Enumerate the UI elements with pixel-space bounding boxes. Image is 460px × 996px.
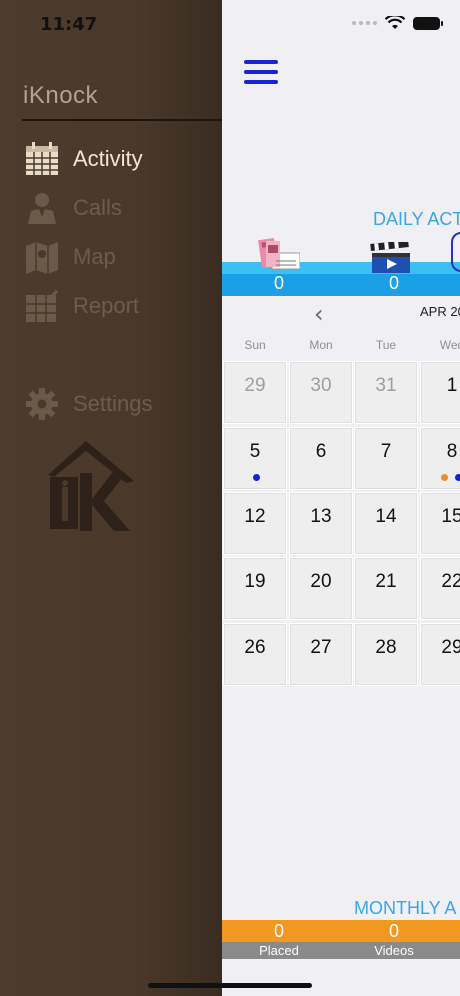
monthly-value-placed: 0 (273, 921, 284, 941)
day-number: 30 (310, 375, 332, 396)
day-number: 26 (244, 637, 266, 658)
calendar-day[interactable]: 12 (223, 492, 287, 555)
newspaper-icon (258, 238, 300, 270)
title-divider (22, 119, 222, 121)
daily-value-videos: 0 (389, 273, 400, 293)
calendar-day[interactable]: 21 (354, 557, 418, 620)
status-time: 11:47 (40, 14, 98, 35)
menu-item-label: Report (73, 293, 140, 318)
day-number: 6 (315, 441, 327, 462)
menu-item-label: Map (73, 244, 116, 269)
weekday-label: Wed (439, 338, 460, 352)
calendar-day[interactable]: 31 (354, 361, 418, 424)
calendar-day[interactable]: 19 (223, 557, 287, 620)
day-number: 29 (441, 637, 460, 658)
weekday-label: Sun (244, 338, 266, 352)
day-number: 28 (375, 637, 397, 658)
monthly-activity-title: MONTHLY A (354, 898, 457, 918)
calendar-icon (24, 141, 60, 177)
menu-item-activity[interactable]: Activity (24, 140, 214, 178)
day-number: 1 (446, 375, 458, 396)
wifi-icon (385, 16, 405, 29)
day-number: 31 (375, 375, 397, 396)
person-icon (24, 190, 60, 226)
gear-icon (24, 386, 60, 422)
calendar-day[interactable]: 8 (420, 427, 460, 490)
daily-value-placed: 0 (274, 273, 285, 293)
monthly-value-videos: 0 (388, 921, 399, 941)
calendar-day[interactable]: 7 (354, 427, 418, 490)
monthly-stats-band (222, 920, 460, 942)
calendar-day[interactable]: 14 (354, 492, 418, 555)
calendar-day[interactable]: 6 (289, 427, 353, 490)
day-number: 20 (310, 571, 332, 592)
calendar-day[interactable]: 29 (420, 623, 460, 686)
weekday-label: Mon (309, 338, 333, 352)
day-number: 5 (249, 441, 261, 462)
day-number: 22 (441, 571, 460, 592)
side-drawer: 11:47 iKnock Activity Calls Map Report S… (0, 0, 222, 996)
calendar-day[interactable]: 27 (289, 623, 353, 686)
day-number: 15 (441, 506, 460, 527)
day-number: 14 (375, 506, 397, 527)
battery-icon (413, 16, 443, 30)
menu-item-map[interactable]: Map (24, 238, 214, 276)
menu-item-label: Calls (73, 195, 122, 220)
weekday-label: Tue (375, 338, 397, 352)
calendar-day[interactable]: 30 (289, 361, 353, 424)
menu-item-settings[interactable]: Settings (24, 385, 214, 423)
status-indicators (352, 16, 443, 30)
menu-item-label: Settings (73, 391, 153, 416)
day-number: 27 (310, 637, 332, 658)
app-title: iKnock (23, 82, 99, 109)
calendar-day[interactable]: 15 (420, 492, 460, 555)
day-number: 19 (244, 571, 266, 592)
prev-month-button[interactable]: ‹ (314, 300, 324, 328)
activity-dot (441, 474, 448, 481)
activity-dot (253, 474, 260, 481)
calendar-day[interactable]: 26 (223, 623, 287, 686)
map-icon (24, 239, 60, 275)
monthly-label-placed: Placed (259, 943, 299, 958)
day-number: 21 (375, 571, 397, 592)
day-number: 13 (310, 506, 332, 527)
day-number: 29 (244, 375, 266, 396)
calendar-day[interactable]: 13 (289, 492, 353, 555)
activity-icon-frame (451, 232, 460, 272)
calendar-day[interactable]: 20 (289, 557, 353, 620)
daily-activity-title: DAILY ACTI (373, 209, 460, 229)
calendar-day[interactable]: 1 (420, 361, 460, 424)
day-number: 7 (380, 441, 392, 462)
menu-item-label: Activity (73, 146, 143, 171)
ik-logo (42, 437, 138, 537)
report-icon (24, 288, 60, 324)
home-indicator[interactable] (148, 983, 312, 988)
calendar-day[interactable]: 28 (354, 623, 418, 686)
signal-dots-icon (352, 21, 377, 25)
menu-item-report[interactable]: Report (24, 287, 214, 325)
day-number: 12 (244, 506, 266, 527)
calendar-day[interactable]: 5 (223, 427, 287, 490)
menu-item-calls[interactable]: Calls (24, 189, 214, 227)
activity-dot (455, 474, 460, 481)
calendar-day[interactable]: 29 (223, 361, 287, 424)
calendar-month-label: APR 20 (420, 304, 460, 319)
day-number: 8 (446, 441, 458, 462)
activity-screen: DAILY ACTI 0 0 ‹ APR 20 Sun Mon Tue Wed … (222, 0, 460, 996)
video-clapper-icon (370, 242, 410, 273)
calendar-day[interactable]: 22 (420, 557, 460, 620)
hamburger-menu-button[interactable] (244, 60, 278, 88)
monthly-label-videos: Videos (374, 943, 414, 958)
